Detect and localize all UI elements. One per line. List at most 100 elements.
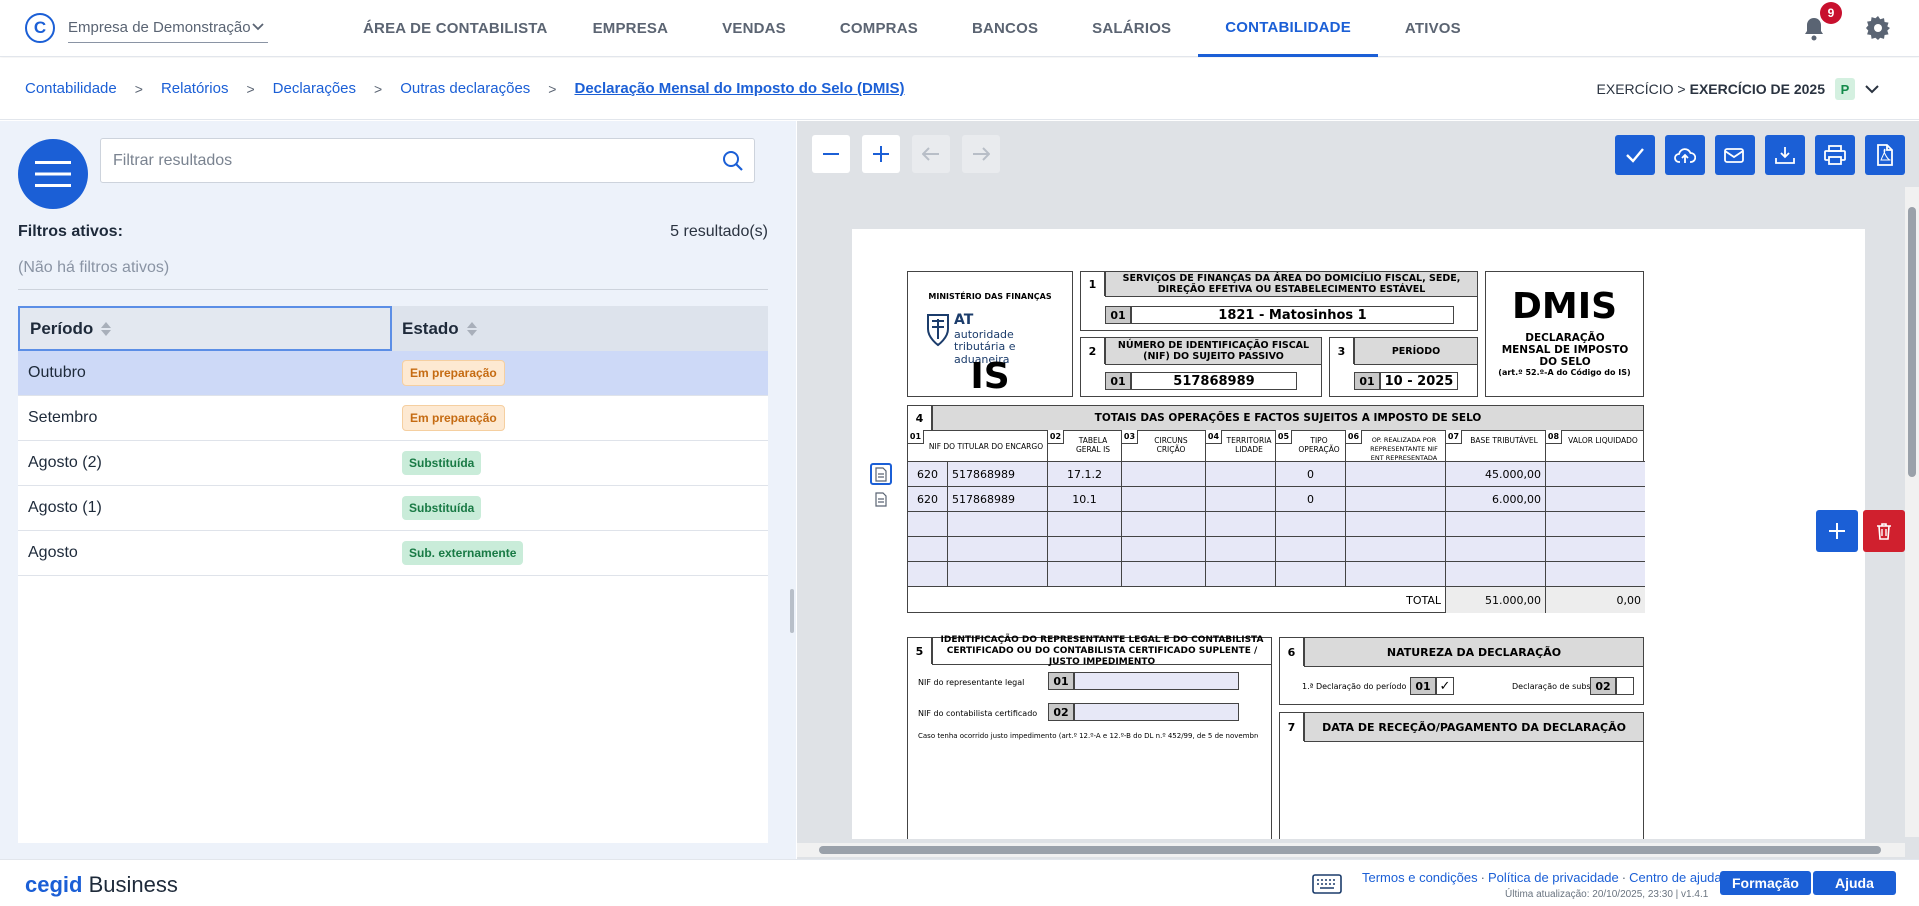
grid-cell[interactable] [1122, 537, 1206, 562]
filter-search-input[interactable]: Filtrar resultados [100, 138, 755, 183]
grid-cell[interactable] [948, 512, 1048, 537]
grid-cell[interactable]: 0 [1276, 487, 1346, 512]
breadcrumb-relatorios[interactable]: Relatórios [161, 80, 229, 97]
table-row[interactable]: Outubro Em preparação [18, 351, 768, 396]
grid-cell[interactable] [1276, 537, 1346, 562]
sort-icon[interactable] [101, 321, 112, 336]
gear-icon[interactable] [1865, 15, 1891, 41]
grid-cell[interactable] [1122, 487, 1206, 512]
nav-compras[interactable]: COMPRAS [813, 0, 945, 57]
grid-cell[interactable]: 620 [908, 462, 948, 487]
menu-button[interactable] [18, 139, 88, 209]
grid-cell[interactable]: 517868989 [948, 487, 1048, 512]
table-row[interactable]: Agosto (1) Substituída [18, 486, 768, 531]
ajuda-button[interactable]: Ajuda [1813, 871, 1896, 895]
exercise-selector[interactable]: EXERCÍCIO > EXERCÍCIO DE 2025 P [1597, 78, 1879, 100]
breadcrumb-declaracoes[interactable]: Declarações [273, 80, 356, 97]
table-row[interactable]: Agosto Sub. externamente [18, 531, 768, 576]
panel-resize-handle[interactable] [790, 589, 794, 633]
pdf-export-button[interactable] [1865, 135, 1905, 175]
breadcrumb-contabilidade[interactable]: Contabilidade [25, 80, 117, 97]
grid-cell[interactable] [1048, 562, 1122, 587]
submit-at-button[interactable] [1665, 135, 1705, 175]
grid-cell[interactable]: 517868989 [948, 462, 1048, 487]
grid-cell[interactable] [1546, 512, 1645, 537]
company-selector[interactable]: Empresa de Demonstração [68, 13, 268, 43]
grid-cell[interactable] [1546, 462, 1645, 487]
chevron-down-icon[interactable] [1865, 84, 1879, 94]
row-document-icon[interactable] [870, 488, 892, 510]
grid-cell[interactable] [1122, 462, 1206, 487]
breadcrumb-current[interactable]: Declaração Mensal do Imposto do Selo (DM… [574, 80, 904, 97]
grid-cell[interactable] [1546, 487, 1645, 512]
keyboard-icon[interactable] [1312, 874, 1342, 894]
tax-office-field[interactable]: 1821 - Matosinhos 1 [1131, 306, 1454, 324]
zoom-in-button[interactable] [862, 135, 900, 173]
grid-cell[interactable] [1346, 487, 1446, 512]
grid-cell[interactable] [1546, 562, 1645, 587]
nav-ativos[interactable]: ATIVOS [1378, 0, 1488, 57]
period-field[interactable]: 10 - 2025 [1380, 372, 1458, 390]
nav-empresa[interactable]: EMPRESA [566, 0, 696, 57]
help-center-link[interactable]: Centro de ajuda [1629, 870, 1722, 885]
download-button[interactable] [1765, 135, 1805, 175]
nav-contabilidade[interactable]: CONTABILIDADE [1198, 0, 1378, 57]
grid-cell[interactable] [1346, 537, 1446, 562]
grid-cell[interactable]: 45.000,00 [1446, 462, 1546, 487]
grid-cell[interactable]: 620 [908, 487, 948, 512]
first-declaration-checkbox[interactable]: ✓ [1436, 677, 1454, 695]
grid-cell[interactable] [1346, 562, 1446, 587]
grid-cell[interactable] [1206, 512, 1276, 537]
grid-cell[interactable] [1048, 512, 1122, 537]
send-email-button[interactable] [1715, 135, 1755, 175]
grid-cell[interactable] [1122, 512, 1206, 537]
previous-button[interactable] [912, 135, 950, 173]
terms-link[interactable]: Termos e condições [1362, 870, 1478, 885]
grid-cell[interactable] [1206, 462, 1276, 487]
grid-cell[interactable] [1048, 537, 1122, 562]
zoom-out-button[interactable] [812, 135, 850, 173]
grid-cell[interactable] [948, 537, 1048, 562]
sort-icon[interactable] [466, 321, 477, 336]
grid-cell[interactable] [1206, 562, 1276, 587]
grid-cell[interactable] [1276, 512, 1346, 537]
next-button[interactable] [962, 135, 1000, 173]
vertical-scrollbar[interactable] [1905, 187, 1919, 837]
scroll-thumb[interactable] [1908, 207, 1916, 477]
nav-area-contabilista[interactable]: ÁREA DE CONTABILISTA [345, 0, 566, 57]
substitution-checkbox[interactable] [1616, 677, 1634, 695]
table-row[interactable]: Agosto (2) Substituída [18, 441, 768, 486]
nav-bancos[interactable]: BANCOS [945, 0, 1065, 57]
print-button[interactable] [1815, 135, 1855, 175]
nif-field[interactable]: 517868989 [1131, 372, 1297, 390]
privacy-link[interactable]: Política de privacidade [1488, 870, 1619, 885]
add-line-button[interactable] [1816, 510, 1858, 552]
accountant-nif-field[interactable] [1074, 703, 1239, 721]
grid-cell[interactable] [1206, 487, 1276, 512]
grid-cell[interactable] [1446, 562, 1546, 587]
grid-cell[interactable]: 6.000,00 [1446, 487, 1546, 512]
grid-cell[interactable] [948, 562, 1048, 587]
grid-cell[interactable] [1546, 537, 1645, 562]
grid-cell[interactable] [1446, 512, 1546, 537]
grid-cell[interactable] [1346, 462, 1446, 487]
nav-vendas[interactable]: VENDAS [695, 0, 813, 57]
delete-line-button[interactable] [1863, 510, 1905, 552]
table-row[interactable]: Setembro Em preparação [18, 396, 768, 441]
grid-cell[interactable]: 0 [1276, 462, 1346, 487]
search-icon[interactable] [722, 150, 744, 172]
column-estado[interactable]: Estado [392, 306, 768, 351]
grid-cell[interactable] [908, 512, 948, 537]
representative-nif-field[interactable] [1074, 672, 1239, 690]
grid-cell[interactable] [908, 537, 948, 562]
cegid-logo-icon[interactable]: C [25, 13, 55, 43]
grid-cell[interactable] [1446, 537, 1546, 562]
grid-cell[interactable]: 10.1 [1048, 487, 1122, 512]
horizontal-scrollbar[interactable] [797, 843, 1905, 857]
grid-cell[interactable] [908, 562, 948, 587]
grid-cell[interactable] [1206, 537, 1276, 562]
validate-button[interactable] [1615, 135, 1655, 175]
grid-cell[interactable] [1346, 512, 1446, 537]
column-periodo[interactable]: Período [18, 306, 392, 351]
nav-salarios[interactable]: SALÁRIOS [1065, 0, 1198, 57]
